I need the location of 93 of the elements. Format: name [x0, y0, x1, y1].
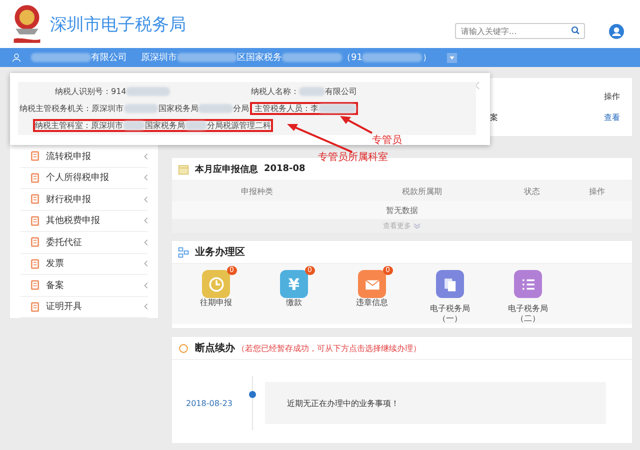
service-tile[interactable]: 电子税务局 （一）: [426, 270, 474, 324]
redaction-mark: [177, 53, 237, 62]
redaction-mark: [318, 104, 356, 113]
date-label: 2018-08-23: [186, 398, 234, 408]
tile-label: （二）: [516, 314, 540, 324]
category-icon: [30, 237, 40, 248]
sidebar-item[interactable]: 证明开具: [20, 296, 148, 318]
search-icon[interactable]: [571, 26, 580, 35]
account-text: ）: [422, 52, 432, 64]
sidebar-item[interactable]: 流转税申报: [20, 146, 148, 168]
sidebar-item[interactable]: 委托代征: [20, 232, 148, 254]
view-link[interactable]: 查看: [604, 112, 620, 123]
column-header: 操作: [588, 186, 606, 196]
account-text: （91: [342, 52, 362, 64]
service-tile[interactable]: 电子税务局 （二）: [504, 270, 552, 324]
site-title: 深圳市电子税务局: [50, 14, 186, 36]
empty-message: 暂无数据: [386, 204, 418, 216]
sidebar-item[interactable]: 个人所得税申报: [20, 168, 148, 189]
tile-label: （一）: [438, 314, 462, 324]
redaction-mark: [299, 87, 325, 96]
column-header: 税款所属期: [401, 186, 443, 196]
account-text: 原深圳市: [141, 52, 177, 64]
message-text: 近期无正在办理中的业务事项！: [287, 398, 399, 408]
user-avatar-icon[interactable]: [609, 24, 624, 38]
column-header: 操作: [604, 91, 620, 102]
category-icon: [30, 194, 40, 204]
panel-title: 本月应申报信息: [195, 163, 258, 176]
category-icon: [30, 258, 40, 269]
field-value: 914: [111, 87, 126, 96]
chevron-icon: [144, 238, 148, 246]
column-header: 状态: [523, 186, 541, 196]
tile-label: 电子税务局: [508, 304, 548, 314]
field-value: 原深圳市: [91, 120, 123, 131]
grid-icon: [178, 246, 189, 258]
period-label: 2018-08: [264, 164, 306, 174]
redaction-mark: [185, 121, 207, 130]
timeline-dot: [249, 391, 256, 398]
column-header: 申报种类: [240, 186, 274, 196]
annotation-text: 专管员: [372, 134, 402, 147]
field-label: 纳税主管税务机关：: [19, 103, 92, 114]
field-label: 主管税务人员：: [253, 103, 310, 114]
table-cell: 案: [490, 112, 498, 123]
field-value: 原深圳市: [92, 103, 124, 114]
field-value: 国家税务局: [158, 103, 198, 114]
field-label: 纳税人名称：: [251, 86, 299, 97]
chevron-icon: [144, 303, 148, 310]
category-icon: [30, 302, 40, 312]
field-value: 李: [310, 103, 318, 114]
category-icon: [30, 151, 40, 162]
chevron-icon: [144, 260, 148, 268]
sidebar-item[interactable]: 备案: [20, 275, 148, 296]
redaction-mark: [282, 53, 342, 62]
field-label: 纳税主管科室：: [35, 120, 91, 131]
sidebar-item[interactable]: 其他税费申报: [20, 210, 148, 232]
redaction-mark: [126, 87, 170, 96]
account-text: 区国家税务: [237, 52, 282, 64]
field-value: 分局: [233, 103, 250, 114]
tile-label: 电子税务局: [430, 304, 470, 314]
redaction-mark: [198, 104, 234, 113]
account-text: 有限公司: [91, 52, 127, 64]
sidebar-item[interactable]: 发票: [20, 254, 148, 275]
tile-icon: ¥: [280, 270, 308, 298]
field-value: 有限公司: [325, 86, 357, 97]
category-icon: [30, 216, 40, 226]
panel-title: 业务办理区: [195, 246, 245, 259]
field-value: 分局税源管理二科: [207, 120, 271, 131]
chevron-down-icon: [413, 223, 421, 229]
power-icon: [178, 342, 189, 354]
panel-title: 断点续办: [195, 342, 235, 355]
chevron-icon: [144, 217, 148, 224]
redaction-mark: [124, 104, 158, 113]
hint-text: （若您已经暂存成功，可从下方点击选择继续办理）: [237, 342, 421, 354]
tile-label: 缴款: [286, 298, 302, 308]
user-icon: [12, 53, 21, 62]
redaction-mark: [362, 53, 422, 62]
sidebar-item[interactable]: 财行税申报: [20, 189, 148, 210]
chevron-icon: [144, 282, 148, 289]
dropdown-button[interactable]: [447, 52, 458, 62]
chevron-icon: [144, 174, 148, 182]
caret-icon: [449, 54, 456, 60]
calendar-icon: [178, 164, 189, 174]
field-value: 国家税务局: [145, 120, 185, 131]
category-icon: [30, 172, 40, 183]
tile-label: 违章信息: [356, 298, 388, 308]
chevron-icon: [144, 196, 148, 203]
field-label: 纳税人识别号：: [54, 86, 111, 97]
category-icon: [30, 280, 40, 290]
search-field[interactable]: 请输入关键字...: [455, 23, 585, 39]
redaction-mark: [123, 121, 145, 130]
redaction-mark: [31, 53, 91, 62]
annotation-text: 专管员所属科室: [318, 150, 388, 164]
chevron-icon: [144, 152, 148, 160]
tile-label: 往期申报: [200, 298, 232, 308]
